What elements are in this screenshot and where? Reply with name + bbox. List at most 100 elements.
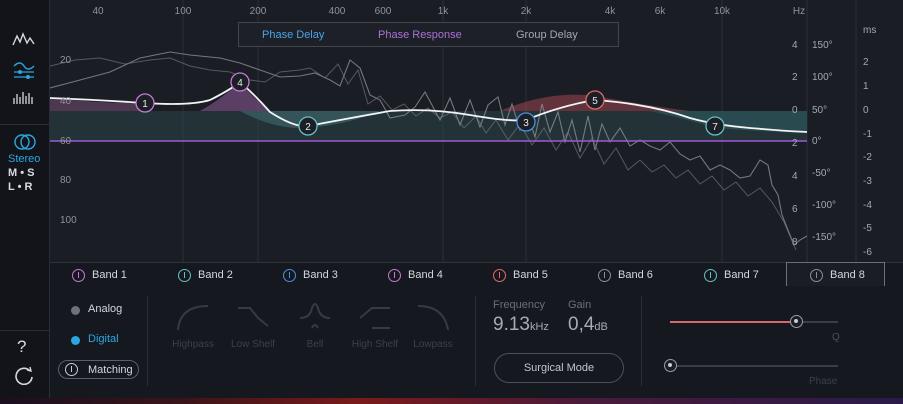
- low-shelf-label: Low Shelf: [231, 339, 275, 350]
- band-tab-2[interactable]: Band 2: [178, 263, 233, 287]
- tab-group-delay[interactable]: Group Delay: [516, 29, 578, 41]
- digital-radio[interactable]: [71, 336, 80, 345]
- high-shelf-label: High Shelf: [351, 339, 399, 350]
- db-label: 40: [60, 96, 72, 107]
- surgical-mode-button[interactable]: Surgical Mode: [494, 353, 624, 383]
- lowpass-label: Lowpass: [413, 339, 453, 350]
- lowpass-shape-icon[interactable]: [416, 302, 450, 332]
- db-label: 20: [60, 55, 72, 66]
- ms-label: 2: [863, 57, 869, 68]
- freq-label: 6k: [654, 6, 666, 17]
- gain-label: 4: [792, 40, 798, 51]
- gain-label: 8: [792, 237, 798, 248]
- band-5-icon: [493, 268, 506, 282]
- mid-side-mode[interactable]: M • S: [8, 167, 34, 179]
- ms-label: -4: [863, 200, 872, 211]
- ms-label: -1: [863, 129, 872, 140]
- freq-label: 400: [328, 6, 346, 17]
- freq-label: 40: [92, 6, 104, 17]
- q-slider-knob[interactable]: [790, 315, 803, 328]
- matching-button[interactable]: Matching: [58, 360, 139, 379]
- panel-divider: [475, 296, 476, 386]
- band-tab-8[interactable]: Band 8: [786, 262, 885, 287]
- phase-degree-label: -100°: [812, 200, 837, 211]
- left-toolbar: Stereo M • S L • R ?: [0, 0, 50, 398]
- freq-label: 200: [249, 6, 267, 17]
- analog-radio[interactable]: [71, 306, 80, 315]
- gain-unit: dB: [594, 321, 608, 333]
- matching-label: Matching: [88, 364, 133, 376]
- stereo-mode-label[interactable]: Stereo: [8, 153, 40, 165]
- analyzer-bars-icon[interactable]: [12, 88, 36, 108]
- phase-slider-knob[interactable]: [664, 359, 677, 372]
- freq-label: 1k: [437, 6, 449, 17]
- stereo-link-icon[interactable]: [13, 133, 37, 153]
- bell-label: Bell: [306, 339, 324, 350]
- band-tab-6[interactable]: Band 6: [598, 263, 653, 287]
- ms-label: 0: [863, 105, 869, 116]
- panel-divider: [641, 296, 642, 386]
- gain-label: 6: [792, 204, 798, 215]
- band-label: Band 3: [303, 269, 338, 281]
- freq-label: 100: [174, 6, 192, 17]
- band-label: Band 5: [513, 269, 548, 281]
- node-label: 4: [237, 78, 243, 89]
- band-label: Band 2: [198, 269, 233, 281]
- tab-phase-delay[interactable]: Phase Delay: [262, 29, 324, 41]
- phase-degree-label: 150°: [812, 40, 833, 51]
- band-selector-bar: Band 1 Band 2 Band 3 Band 4 Band 5 Band …: [50, 262, 903, 287]
- phase-degree-label: -150°: [812, 232, 837, 243]
- analog-label: Analog: [88, 303, 123, 315]
- phase-degree-label: 0°: [812, 136, 822, 147]
- gain-readout[interactable]: 0,4dB: [568, 314, 608, 336]
- band-label: Band 6: [618, 269, 653, 281]
- spectrum-icon[interactable]: [12, 31, 36, 51]
- phase-slider[interactable]: [664, 359, 838, 372]
- tab-phase-response[interactable]: Phase Response: [378, 29, 462, 41]
- db-label: 100: [60, 215, 77, 226]
- help-icon[interactable]: ?: [17, 337, 26, 357]
- gain-value: 0,4: [568, 314, 595, 335]
- band-3-icon: [283, 268, 296, 282]
- band-label: Band 7: [724, 269, 759, 281]
- eq-plugin-window: Stereo M • S L • R ? 1 2 3 4 5 7 40 100 …: [0, 0, 903, 398]
- left-right-mode[interactable]: L • R: [8, 181, 32, 193]
- freq-label: 2k: [520, 6, 532, 17]
- freq-label: 10k: [713, 6, 731, 17]
- panel-divider: [147, 296, 148, 386]
- ms-label: 1: [863, 81, 869, 92]
- high-shelf-shape-icon[interactable]: [358, 302, 392, 332]
- band-6-icon: [598, 268, 611, 282]
- frequency-unit: kHz: [529, 321, 549, 333]
- reset-icon[interactable]: [13, 365, 37, 385]
- gain-label: Gain: [568, 299, 592, 311]
- band-4-icon: [388, 268, 401, 282]
- band-tab-1[interactable]: Band 1: [72, 263, 127, 287]
- eq-curve-icon[interactable]: [12, 60, 36, 80]
- graph-view-tabs: Phase Delay Phase Response Group Delay: [238, 22, 619, 47]
- band-tab-3[interactable]: Band 3: [283, 263, 338, 287]
- band-8-icon: [810, 268, 823, 282]
- frequency-readout[interactable]: 9.13kHz: [493, 314, 549, 336]
- freq-label: 600: [374, 6, 392, 17]
- node-label: 7: [712, 122, 718, 133]
- band-7-icon: [704, 268, 717, 282]
- node-label: 5: [592, 96, 598, 107]
- band-tab-4[interactable]: Band 4: [388, 263, 443, 287]
- band-controls-panel: Analog Digital Matching Highpass Low She…: [50, 286, 903, 398]
- gain-label: 2: [792, 72, 798, 83]
- phase-degree-label: 50°: [812, 105, 828, 116]
- band-tab-5[interactable]: Band 5: [493, 263, 548, 287]
- digital-label: Digital: [88, 333, 119, 345]
- info-icon-mark: [71, 366, 73, 372]
- band-label: Band 8: [830, 269, 865, 281]
- freq-unit-label: Hz: [792, 6, 806, 17]
- band-tab-7[interactable]: Band 7: [704, 263, 759, 287]
- ms-label: -2: [863, 152, 872, 163]
- bell-shape-icon[interactable]: [298, 302, 332, 332]
- eq-graph[interactable]: 1 2 3 4 5 7 40 100 200 400 600 1k 2k 4k …: [50, 0, 903, 262]
- low-shelf-shape-icon[interactable]: [236, 302, 270, 332]
- toolbar-divider: [0, 124, 50, 125]
- highpass-shape-icon[interactable]: [176, 302, 210, 332]
- q-slider[interactable]: [670, 315, 838, 328]
